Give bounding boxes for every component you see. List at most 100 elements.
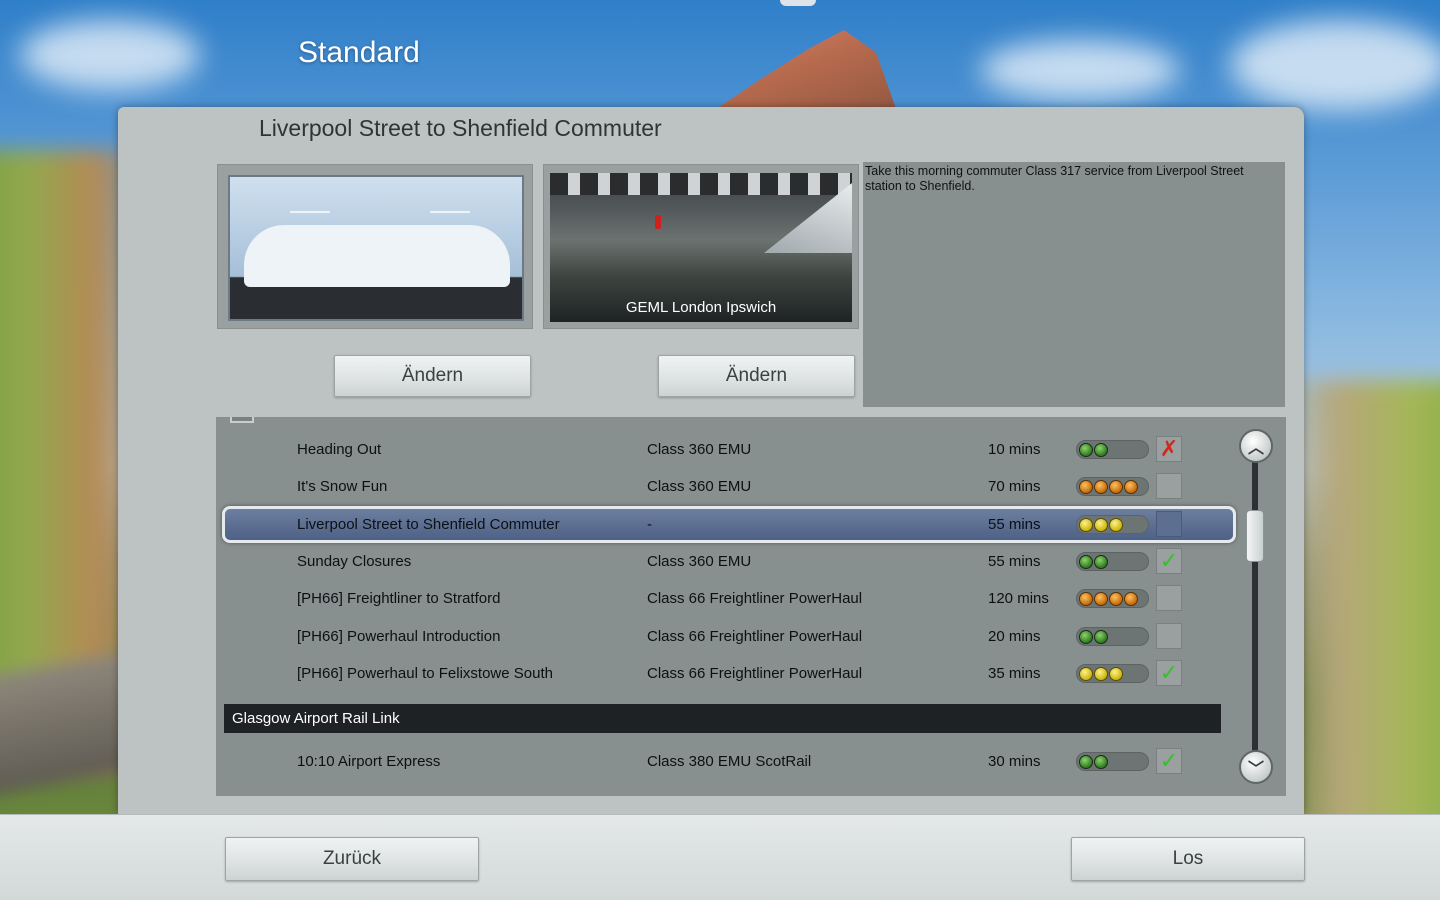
locomotive-silhouette-image — [228, 175, 524, 321]
difficulty-dot-icon — [1094, 591, 1108, 606]
checkbox[interactable] — [230, 417, 254, 423]
back-button[interactable]: Zurück — [225, 837, 479, 881]
scenario-duration: 120 mins — [988, 590, 1049, 607]
scenario-name: Liverpool Street to Shenfield Commuter — [297, 516, 560, 533]
scenario-title: Liverpool Street to Shenfield Commuter — [259, 115, 662, 141]
scenario-duration: 70 mins — [988, 478, 1041, 495]
scenario-duration: 55 mins — [988, 516, 1041, 533]
chevron-up-icon[interactable]: ︿ — [1239, 429, 1273, 463]
difficulty-dot-icon — [1079, 666, 1093, 681]
check-icon: ✓ — [1156, 660, 1182, 686]
difficulty-dot-icon — [1079, 591, 1093, 606]
scenario-description: Take this morning commuter Class 317 ser… — [863, 162, 1285, 407]
difficulty-indicator — [1076, 627, 1149, 646]
difficulty-dot-icon — [1109, 591, 1123, 606]
scenario-name: [PH66] Freightliner to Stratford — [297, 590, 501, 607]
scenario-train: Class 360 EMU — [647, 478, 752, 495]
scenario-duration: 55 mins — [988, 553, 1041, 570]
locomotive-thumbnail — [217, 164, 533, 329]
list-item[interactable]: [PH66] Powerhaul to Felixstowe South Cla… — [216, 655, 1238, 692]
scrollbar[interactable] — [1246, 447, 1264, 767]
change-route-button[interactable]: Ändern — [658, 355, 855, 397]
scenario-train: Class 66 Freightliner PowerHaul — [647, 665, 863, 682]
scrollbar-thumb[interactable] — [1246, 510, 1264, 562]
scenario-train: - — [647, 516, 652, 533]
list-item[interactable]: Sunday Closures Class 360 EMU 55 mins ✓ — [216, 543, 1238, 580]
scenario-name: [PH66] Powerhaul Introduction — [297, 628, 501, 645]
scenario-list: Heading Out Class 360 EMU 10 mins ✗ It's… — [216, 417, 1286, 796]
change-locomotive-button[interactable]: Ändern — [334, 355, 531, 397]
difficulty-dot-icon — [1109, 479, 1123, 494]
status-empty — [1156, 623, 1182, 649]
scenario-train: Class 380 EMU ScotRail — [647, 753, 812, 770]
difficulty-indicator — [1076, 664, 1149, 683]
scenario-train: Class 360 EMU — [647, 553, 752, 570]
difficulty-dot-icon — [1094, 629, 1108, 644]
check-icon: ✓ — [1156, 548, 1182, 574]
start-button[interactable]: Los — [1071, 837, 1305, 881]
list-item-selected[interactable]: Liverpool Street to Shenfield Commuter -… — [222, 506, 1236, 543]
difficulty-dot-icon — [1109, 666, 1123, 681]
list-item[interactable]: Heading Out Class 360 EMU 10 mins ✗ — [216, 431, 1238, 468]
difficulty-dot-icon — [1124, 591, 1138, 606]
list-item[interactable]: [PH66] Freightliner to Stratford Class 6… — [216, 580, 1238, 617]
difficulty-dot-icon — [1094, 554, 1108, 569]
cross-icon: ✗ — [1156, 436, 1182, 462]
page-title: Standard — [298, 36, 420, 69]
bottom-bar: Zurück Los — [0, 814, 1440, 900]
route-thumbnail: GEML London Ipswich — [543, 164, 859, 329]
difficulty-dot-icon — [1094, 517, 1108, 532]
difficulty-indicator — [1076, 477, 1149, 496]
list-item[interactable]: [PH66] Powerhaul Introduction Class 66 F… — [216, 618, 1238, 655]
difficulty-dot-icon — [1124, 479, 1138, 494]
difficulty-dot-icon — [1094, 479, 1108, 494]
difficulty-dot-icon — [1109, 517, 1123, 532]
cloud — [980, 40, 1180, 100]
scenario-name: [PH66] Powerhaul to Felixstowe South — [297, 665, 553, 682]
scenario-name: Sunday Closures — [297, 553, 412, 570]
scenario-panel: Liverpool Street to Shenfield Commuter G… — [118, 107, 1304, 814]
difficulty-indicator — [1076, 752, 1149, 771]
check-icon: ✓ — [1156, 748, 1182, 774]
difficulty-dot-icon — [1094, 666, 1108, 681]
scenario-name: 10:10 Airport Express — [297, 753, 441, 770]
cloud — [1230, 20, 1440, 110]
difficulty-indicator — [1076, 552, 1149, 571]
cloud — [20, 20, 200, 90]
difficulty-dot-icon — [1079, 517, 1093, 532]
status-empty — [1156, 585, 1182, 611]
difficulty-dot-icon — [1079, 479, 1093, 494]
signal-light — [655, 215, 661, 229]
status-empty — [1156, 511, 1182, 537]
pantograph-icon — [290, 211, 330, 213]
scenario-duration: 35 mins — [988, 665, 1041, 682]
scenario-duration: 30 mins — [988, 753, 1041, 770]
difficulty-dot-icon — [1079, 554, 1093, 569]
route-caption: GEML London Ipswich — [625, 299, 777, 316]
route-group-header[interactable]: Glasgow Airport Rail Link — [224, 704, 1221, 733]
difficulty-dot-icon — [1079, 442, 1093, 457]
scrollbar-rail — [1252, 447, 1258, 767]
scenario-duration: 10 mins — [988, 441, 1041, 458]
scenario-train: Class 66 Freightliner PowerHaul — [647, 590, 863, 607]
scenario-duration: 20 mins — [988, 628, 1041, 645]
locomotive-icon — [244, 225, 510, 287]
chevron-down-icon[interactable]: ﹀ — [1239, 750, 1273, 784]
difficulty-indicator — [1076, 440, 1149, 459]
difficulty-indicator — [1076, 515, 1149, 534]
scenario-train: Class 66 Freightliner PowerHaul — [647, 628, 863, 645]
scenario-name: It's Snow Fun — [297, 478, 388, 495]
scenario-train: Class 360 EMU — [647, 441, 752, 458]
difficulty-dot-icon — [1094, 442, 1108, 457]
difficulty-dot-icon — [1094, 754, 1108, 769]
difficulty-indicator — [1076, 589, 1149, 608]
list-item[interactable]: 10:10 Airport Express Class 380 EMU Scot… — [216, 743, 1238, 780]
aircraft-silhouette — [780, 0, 816, 6]
list-item[interactable]: It's Snow Fun Class 360 EMU 70 mins — [216, 468, 1238, 505]
difficulty-dot-icon — [1079, 629, 1093, 644]
route-photo: GEML London Ipswich — [550, 173, 852, 322]
difficulty-dot-icon — [1079, 754, 1093, 769]
scenario-name: Heading Out — [297, 441, 382, 458]
pantograph-icon — [430, 211, 470, 213]
bridge — [550, 173, 852, 195]
